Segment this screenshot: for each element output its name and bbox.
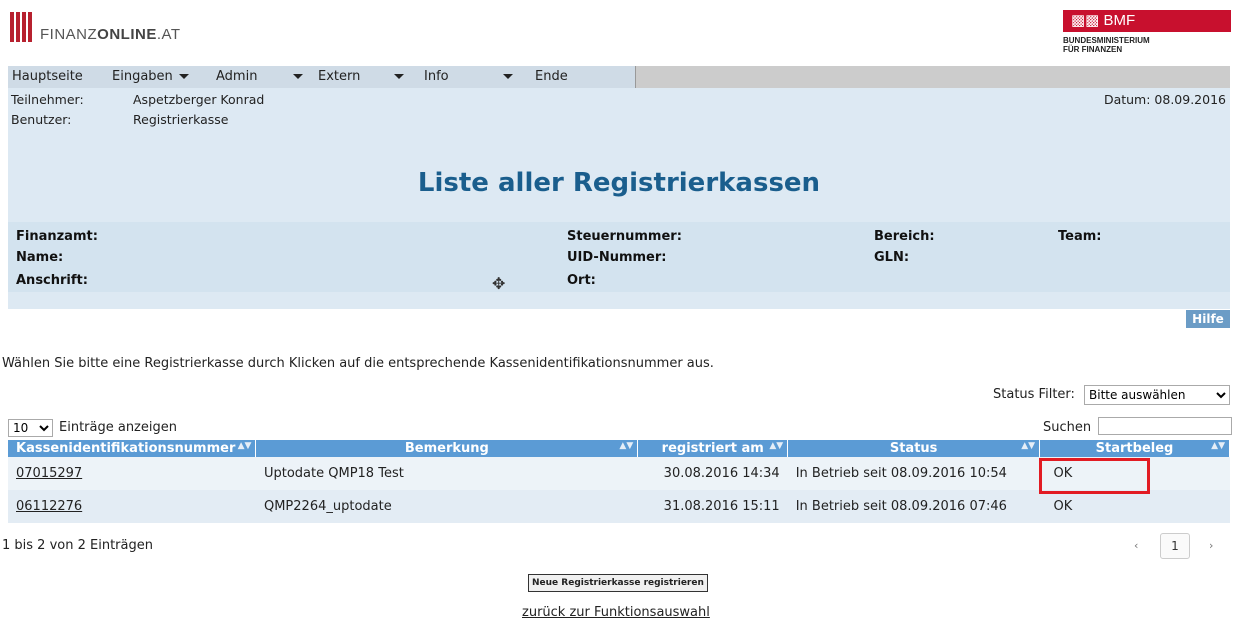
- mouse-cursor-icon: ✥: [492, 274, 506, 293]
- teilnehmer-value: Aspetzberger Konrad: [133, 92, 265, 107]
- menu-eingaben[interactable]: Eingaben: [108, 66, 212, 88]
- main-menu: Hauptseite Eingaben Admin Extern Info En…: [8, 66, 636, 88]
- date-label: Datum: 08.09.2016: [1103, 92, 1226, 107]
- caret-down-icon: [502, 74, 513, 79]
- next-page-button[interactable]: ›: [1209, 539, 1213, 552]
- column-header-bemerkung[interactable]: Bemerkung ▲▼: [255, 440, 639, 457]
- column-header-id[interactable]: Kassenidentifikationsnummer ▲▼: [8, 440, 257, 457]
- help-button[interactable]: Hilfe: [1186, 310, 1230, 328]
- steuernummer-label: Steuernummer:: [567, 229, 682, 244]
- status-cell: In Betrieb seit 08.09.2016 10:54: [787, 457, 1040, 490]
- uid-label: UID-Nummer:: [567, 250, 667, 265]
- benutzer-value: Registrierkasse: [133, 112, 229, 127]
- benutzer-label: Benutzer:: [11, 112, 72, 127]
- pagination-info: 1 bis 2 von 2 Einträgen: [2, 538, 153, 553]
- highlight-box: [1039, 458, 1150, 494]
- bereich-label: Bereich:: [874, 229, 935, 244]
- column-header-status[interactable]: Status ▲▼: [787, 440, 1041, 457]
- register-id-link[interactable]: 06112276: [16, 499, 82, 514]
- bemerkung-cell: QMP2264_uptodate: [255, 490, 638, 523]
- caret-down-icon: [293, 74, 304, 79]
- bmf-badge: ▩▩ BMF: [1063, 10, 1231, 32]
- sort-icon: ▲▼: [619, 441, 634, 451]
- caret-down-icon: [394, 74, 405, 79]
- instruction-text: Wählen Sie bitte eine Registrierkasse du…: [2, 356, 714, 371]
- menu-hauptseite[interactable]: Hauptseite: [8, 66, 108, 88]
- sort-icon: ▲▼: [1211, 441, 1225, 451]
- registriert-cell: 31.08.2016 15:11: [637, 490, 788, 523]
- page-title: Liste aller Registrierkassen: [417, 168, 821, 198]
- menu-extern[interactable]: Extern: [314, 66, 420, 88]
- sort-icon: ▲▼: [1021, 441, 1036, 451]
- sort-icon: ▲▼: [237, 441, 252, 451]
- entries-label: Einträge anzeigen: [59, 420, 177, 435]
- entries-per-page-select[interactable]: 10: [8, 419, 53, 437]
- table-row: 06112276 QMP2264_uptodate 31.08.2016 15:…: [8, 490, 1230, 523]
- back-link[interactable]: zurück zur Funktionsauswahl: [522, 605, 710, 620]
- new-register-button[interactable]: Neue Registrierkasse registrieren: [528, 574, 708, 592]
- teilnehmer-label: Teilnehmer:: [11, 92, 84, 107]
- status-filter-select[interactable]: Bitte auswählen: [1084, 385, 1230, 405]
- search-input[interactable]: [1098, 417, 1232, 435]
- finanzonline-logo: FINANZONLINE.AT: [40, 26, 181, 43]
- eagle-icon: ▩▩: [1071, 12, 1100, 29]
- caret-down-icon: [178, 74, 189, 79]
- column-header-registriert[interactable]: registriert am ▲▼: [637, 440, 789, 457]
- bemerkung-cell: Uptodate QMP18 Test: [255, 457, 638, 490]
- search-label: Suchen: [1043, 420, 1092, 435]
- prev-page-button[interactable]: ‹: [1134, 539, 1138, 552]
- bmf-subtitle: BUNDESMINISTERIUM FÜR FINANZEN: [1063, 36, 1150, 54]
- status-filter-label: Status Filter:: [993, 387, 1075, 402]
- name-label: Name:: [16, 250, 64, 265]
- menu-ende[interactable]: Ende: [531, 66, 635, 88]
- team-label: Team:: [1058, 229, 1102, 244]
- registriert-cell: 30.08.2016 14:34: [637, 457, 788, 490]
- page-1-button[interactable]: 1: [1160, 533, 1190, 559]
- menu-info[interactable]: Info: [420, 66, 531, 88]
- sort-icon: ▲▼: [769, 441, 784, 451]
- menu-admin[interactable]: Admin: [212, 66, 314, 88]
- anschrift-label: Anschrift:: [16, 273, 88, 288]
- bmf-logo: ▩▩ BMF BUNDESMINISTERIUM FÜR FINANZEN: [1063, 10, 1231, 54]
- taxpayer-details: Finanzamt: Name: Anschrift: Steuernummer…: [8, 222, 1230, 293]
- gln-label: GLN:: [874, 250, 910, 265]
- status-cell: In Betrieb seit 08.09.2016 07:46: [787, 490, 1040, 523]
- column-header-startbeleg[interactable]: Startbeleg ▲▼: [1039, 440, 1230, 457]
- startbeleg-cell: OK: [1039, 490, 1230, 523]
- ort-label: Ort:: [567, 273, 596, 288]
- finanzamt-label: Finanzamt:: [16, 229, 98, 244]
- finanzonline-logo-icon: [10, 12, 38, 42]
- register-id-link[interactable]: 07015297: [16, 466, 82, 481]
